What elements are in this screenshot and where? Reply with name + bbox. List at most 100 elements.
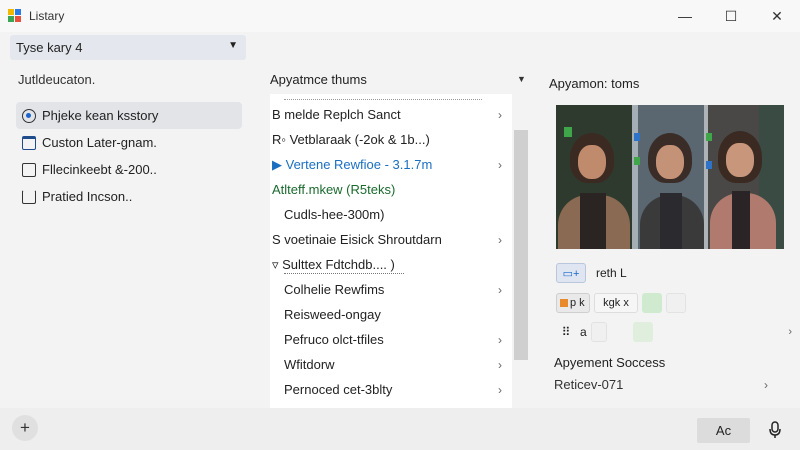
list-item[interactable]: B melde Replch Sanct › <box>270 102 512 127</box>
list-item-label: Atlteff.mkew (R5teks) <box>272 182 396 197</box>
list-item-label: Reisweed-ongay <box>284 307 381 322</box>
sort-chevron-icon[interactable]: ▼ <box>517 74 526 84</box>
chevron-right-icon[interactable]: › <box>498 383 502 397</box>
ac-button[interactable]: Ac <box>697 418 750 443</box>
list-item-label: ▶ Vertene Rewfioe - 3.1.7m <box>272 156 433 172</box>
listary-logo-icon <box>8 9 22 23</box>
tool-row-3-label: a <box>580 325 587 339</box>
window-body: Tyse kary 4 ▼ Jutldeucaton. Phjeke kean … <box>0 32 800 408</box>
chevron-right-icon[interactable]: › <box>764 378 768 392</box>
minimize-button[interactable]: — <box>662 0 708 32</box>
left-list-item[interactable]: Pratied Incson.. <box>16 183 242 210</box>
right-pane: Apyamon: toms ▭+ reth L p k kgk x ⠿ a › … <box>540 32 800 408</box>
bottom-bar: + Ac <box>0 408 800 450</box>
clipboard-icon <box>22 189 36 204</box>
list-item-label: ▿ Sulttex Fdtchdb.... ) <box>272 256 395 272</box>
empty-swatch[interactable] <box>666 293 686 313</box>
chevron-right-icon[interactable]: › <box>498 283 502 297</box>
add-view-icon[interactable]: ▭+ <box>556 263 586 283</box>
window-title: Listary <box>29 9 65 23</box>
list-item[interactable]: Cudls-hee-300m) <box>270 202 512 227</box>
tool-button-label: p k <box>570 297 585 309</box>
wall-tag <box>634 157 640 165</box>
list-item-label: Pernoced cet-3blty <box>284 382 393 397</box>
person-shirt <box>580 193 606 249</box>
title-bar: Listary — ☐ ✕ <box>0 0 800 32</box>
tool-button-label: kgk x <box>603 297 629 309</box>
middle-scrollbar[interactable] <box>514 130 528 360</box>
tool-row-1-label: reth L <box>596 266 627 280</box>
left-item-label: Fllecinkeebt &-200.. <box>42 162 157 177</box>
success-value-text: Reticev-071 <box>554 377 624 392</box>
person-shirt <box>660 193 682 249</box>
left-section-label: Jutldeucaton. <box>18 72 96 87</box>
preview-photo <box>556 105 784 249</box>
left-list-item[interactable]: Custon Later-gnam. <box>16 129 242 156</box>
chevron-right-icon[interactable]: › <box>498 233 502 247</box>
chevron-right-icon[interactable]: › <box>498 358 502 372</box>
person-face <box>726 143 754 177</box>
list-item[interactable]: Reisweed-ongay <box>270 302 512 327</box>
library-select-value: Tyse kary 4 <box>16 40 83 55</box>
green-swatch[interactable] <box>632 322 653 342</box>
add-button[interactable]: + <box>12 415 38 441</box>
list-top-divider <box>284 94 482 100</box>
list-item[interactable]: R◦ Vetblaraak (-2ok & 1b...) <box>270 127 512 152</box>
left-item-label: Phjeke kean ksstory <box>42 108 159 123</box>
list-item-label: Wfitdorw <box>284 357 335 372</box>
library-select[interactable]: Tyse kary 4 ▼ <box>10 35 246 60</box>
list-item-label: Cudls-hee-300m) <box>284 207 385 222</box>
middle-pane: Apyatmce thums ▼ B melde Replch Sanct › R◦… <box>250 32 530 408</box>
list-item[interactable]: ▶ Vertene Rewfioe - 3.1.7m › <box>270 152 512 177</box>
radio-icon <box>22 108 36 123</box>
wall-tag <box>634 133 640 141</box>
tool-row-2: p k kgk x <box>556 292 776 314</box>
tool-button[interactable]: kgk x <box>594 293 638 313</box>
list-item[interactable]: Wfitdorw › <box>270 352 512 377</box>
left-list-item[interactable]: Fllecinkeebt &-200.. <box>16 156 242 183</box>
left-pane: Tyse kary 4 ▼ Jutldeucaton. Phjeke kean … <box>0 32 250 408</box>
person-shirt <box>732 191 750 249</box>
list-item-label: Colhelie Rewfims <box>284 282 385 297</box>
middle-list: B melde Replch Sanct › R◦ Vetblaraak (-2ok… <box>270 94 512 408</box>
list-item-label: S voetinaie Eisick Shroutdarn <box>272 232 442 247</box>
list-item[interactable]: Atlteff.mkew (R5teks) <box>270 177 512 202</box>
tool-row-1: ▭+ reth L <box>556 262 776 284</box>
close-button[interactable]: ✕ <box>754 0 800 32</box>
wall-tag <box>706 161 712 169</box>
chevron-right-icon[interactable]: › <box>788 326 792 338</box>
grid-icon[interactable]: ⠿ <box>556 322 576 342</box>
calendar-icon <box>22 135 36 150</box>
left-list: Phjeke kean ksstory Custon Later-gnam. F… <box>16 102 242 210</box>
maximize-button[interactable]: ☐ <box>708 0 754 32</box>
dotted-underline <box>284 273 404 274</box>
list-item[interactable]: S voetinaie Eisick Shroutdarn › <box>270 227 512 252</box>
left-item-label: Custon Later-gnam. <box>42 135 157 150</box>
chevron-right-icon[interactable]: › <box>498 108 502 122</box>
list-item-label: Pefruco olct-tfiles <box>284 332 384 347</box>
list-item[interactable]: Colhelie Rewfims › <box>270 277 512 302</box>
tool-button[interactable]: p k <box>556 293 590 313</box>
person-face <box>578 145 606 179</box>
chevron-right-icon[interactable]: › <box>498 158 502 172</box>
list-item-label: R◦ Vetblaraak (-2ok & 1b...) <box>272 132 430 147</box>
list-item[interactable]: Pernoced cet-3blty › <box>270 377 512 402</box>
wall-tag <box>564 127 572 137</box>
right-header: Apyamon: toms <box>549 76 640 91</box>
person-face <box>656 145 684 179</box>
orange-square-icon <box>560 299 568 307</box>
tool-row-3: ⠿ a › <box>556 321 792 343</box>
microphone-icon[interactable] <box>766 420 784 440</box>
left-list-item[interactable]: Phjeke kean ksstory <box>16 102 242 129</box>
success-value[interactable]: Reticev-071 <box>554 377 623 392</box>
list-item[interactable]: Pefruco olct-tfiles › <box>270 327 512 352</box>
chevron-right-icon[interactable]: › <box>498 333 502 347</box>
wall-tag <box>706 133 712 141</box>
middle-header: Apyatmce thums <box>270 72 367 87</box>
empty-swatch[interactable] <box>590 322 607 342</box>
left-item-label: Pratied Incson.. <box>42 189 133 204</box>
box-icon <box>22 162 36 177</box>
chevron-down-icon: ▼ <box>228 40 238 51</box>
green-swatch[interactable] <box>642 293 662 313</box>
list-item[interactable]: ▿ Sulttex Fdtchdb.... ) <box>270 252 512 277</box>
